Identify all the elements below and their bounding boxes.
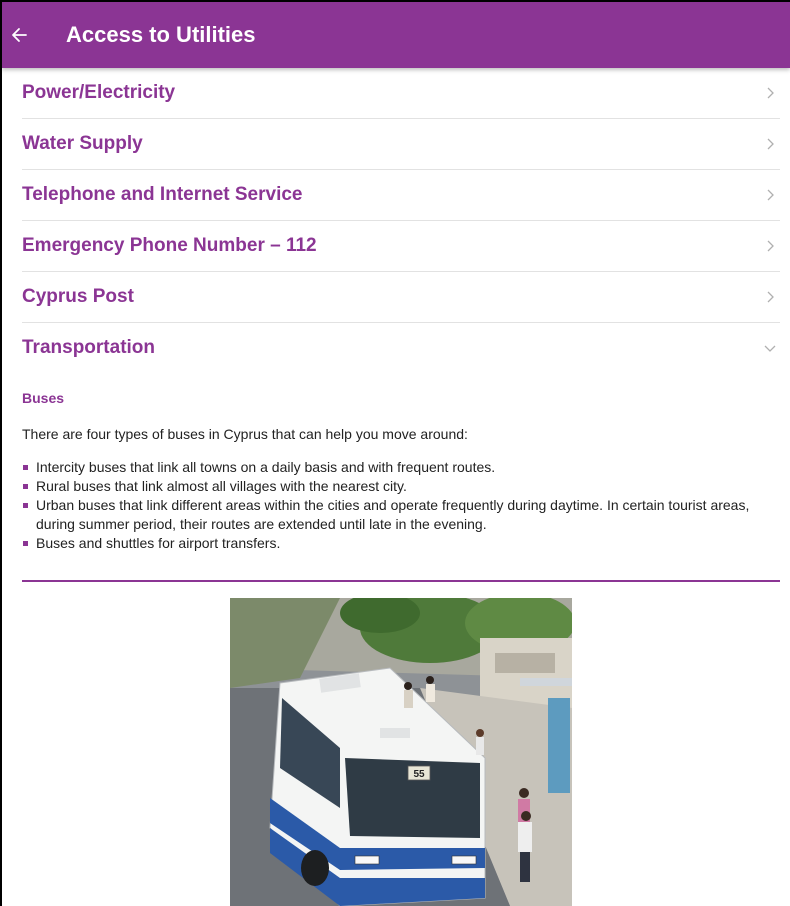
arrow-left-icon (12, 28, 27, 42)
bus-types-list: Intercity buses that link all towns on a… (22, 458, 780, 553)
bullet-square-icon (23, 465, 28, 470)
list-item: Intercity buses that link all towns on a… (22, 458, 780, 477)
list-item-power-electricity[interactable]: Power/Electricity (22, 68, 780, 119)
bullet-square-icon (23, 541, 28, 546)
list-item: Buses and shuttles for airport transfers… (22, 534, 780, 553)
section-divider (22, 580, 780, 582)
page-title: Access to Utilities (66, 22, 256, 47)
list-item-label: Telephone and Internet Service (22, 184, 303, 205)
list-item: Urban buses that link different areas wi… (22, 496, 780, 534)
chevron-right-icon (760, 185, 780, 205)
list-item-telephone-internet[interactable]: Telephone and Internet Service (22, 170, 780, 221)
list-item-label: Transportation (22, 337, 156, 358)
list-item-label: Cyprus Post (22, 286, 134, 307)
list-item-label: Emergency Phone Number – 112 (22, 235, 317, 256)
list-item-cyprus-post[interactable]: Cyprus Post (22, 272, 780, 323)
window-left-border (0, 0, 2, 906)
app-screen: Access to Utilities Power/Electricity Wa… (0, 0, 790, 906)
chevron-down-icon (760, 338, 780, 358)
route-number: 55 (413, 769, 425, 780)
bus-illustration: 55 (230, 598, 572, 906)
list-item: Rural buses that link almost all village… (22, 477, 780, 496)
transportation-content: Buses There are four types of buses in C… (22, 384, 780, 553)
bullet-square-icon (23, 503, 28, 508)
list-item-water-supply[interactable]: Water Supply (22, 119, 780, 170)
chevron-right-icon (760, 134, 780, 154)
list-item-label: Power/Electricity (22, 82, 176, 103)
back-button[interactable] (2, 11, 36, 59)
list-item-transportation[interactable]: Transportation (22, 323, 780, 373)
list-item-emergency-phone[interactable]: Emergency Phone Number – 112 (22, 221, 780, 272)
intro-text: There are four types of buses in Cyprus … (22, 426, 468, 442)
bus-photo: 55 (230, 598, 572, 906)
chevron-right-icon (760, 236, 780, 256)
utilities-list: Power/Electricity Water Supply Telephone… (22, 68, 780, 373)
section-heading: Buses (22, 390, 65, 406)
chevron-right-icon (760, 287, 780, 307)
app-bar: Access to Utilities (2, 2, 790, 68)
window-top-border (0, 0, 790, 2)
chevron-right-icon (760, 83, 780, 103)
bullet-square-icon (23, 484, 28, 489)
list-item-label: Water Supply (22, 133, 143, 154)
